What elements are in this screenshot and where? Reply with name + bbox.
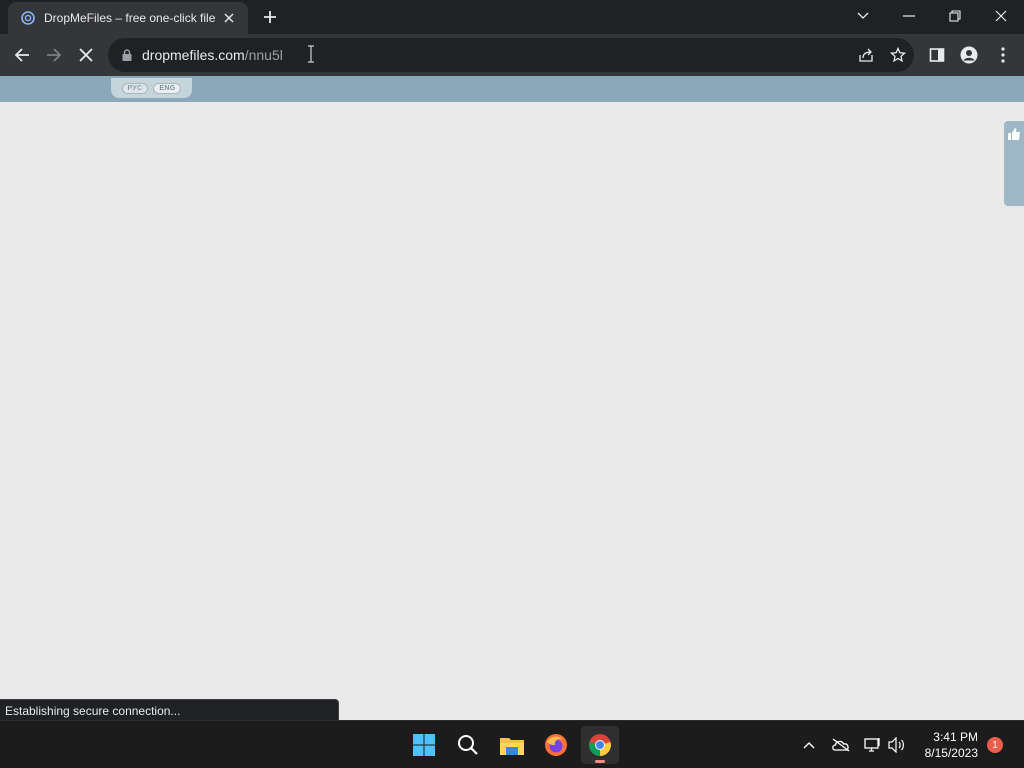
- language-switcher: РУС ENG: [111, 78, 192, 98]
- page-header-bar: РУС ENG: [0, 76, 1024, 102]
- status-bubble: Establishing secure connection...: [0, 699, 339, 720]
- feedback-tab[interactable]: [1004, 121, 1024, 206]
- profile-icon[interactable]: [954, 40, 984, 70]
- search-icon[interactable]: [449, 726, 487, 764]
- chevron-up-icon[interactable]: [797, 733, 821, 757]
- tab-search-icon[interactable]: [840, 0, 886, 32]
- chrome-icon[interactable]: [581, 726, 619, 764]
- tab-close-icon[interactable]: [220, 9, 238, 27]
- browser-toolbar: dropmefiles.com/nnu5l: [0, 34, 1024, 76]
- close-window-icon[interactable]: [978, 0, 1024, 32]
- url-text: dropmefiles.com/nnu5l: [142, 47, 283, 63]
- language-en-button[interactable]: ENG: [153, 82, 182, 94]
- clock-time: 3:41 PM: [933, 730, 978, 744]
- restore-icon[interactable]: [932, 0, 978, 32]
- tab-strip: DropMeFiles – free one-click file: [0, 0, 1024, 34]
- active-app-indicator: [595, 760, 605, 763]
- volume-icon[interactable]: [885, 733, 909, 757]
- taskbar: 3:41 PM 8/15/2023 1: [0, 720, 1024, 768]
- address-bar[interactable]: dropmefiles.com/nnu5l: [108, 38, 914, 72]
- url-domain: dropmefiles.com: [142, 47, 245, 63]
- page-body: [0, 102, 1024, 720]
- url-path: /nnu5l: [244, 47, 283, 63]
- dropmefiles-logo-icon: [20, 10, 36, 26]
- browser-tab[interactable]: DropMeFiles – free one-click file: [8, 2, 248, 34]
- taskbar-clock[interactable]: 3:41 PM 8/15/2023: [925, 729, 978, 761]
- side-panel-icon[interactable]: [922, 40, 952, 70]
- text-cursor-icon: [307, 45, 315, 68]
- bookmark-star-icon[interactable]: [886, 43, 910, 67]
- back-button[interactable]: [7, 40, 37, 70]
- lock-icon[interactable]: [120, 48, 134, 62]
- firefox-icon[interactable]: [537, 726, 575, 764]
- share-icon[interactable]: [854, 43, 878, 67]
- forward-button[interactable]: [39, 40, 69, 70]
- new-tab-button[interactable]: [258, 6, 282, 28]
- onedrive-offline-icon[interactable]: [829, 733, 853, 757]
- menu-kebab-icon[interactable]: [988, 40, 1018, 70]
- start-icon[interactable]: [405, 726, 443, 764]
- language-ru-button[interactable]: РУС: [121, 82, 149, 94]
- clock-date: 8/15/2023: [924, 746, 978, 760]
- minimize-icon[interactable]: [886, 0, 932, 32]
- tab-title: DropMeFiles – free one-click file: [44, 11, 216, 25]
- network-icon[interactable]: [861, 733, 885, 757]
- stop-loading-button[interactable]: [71, 40, 101, 70]
- notification-badge[interactable]: 1: [987, 737, 1003, 753]
- file-explorer-icon[interactable]: [493, 726, 531, 764]
- thumbs-up-icon: [1007, 127, 1021, 206]
